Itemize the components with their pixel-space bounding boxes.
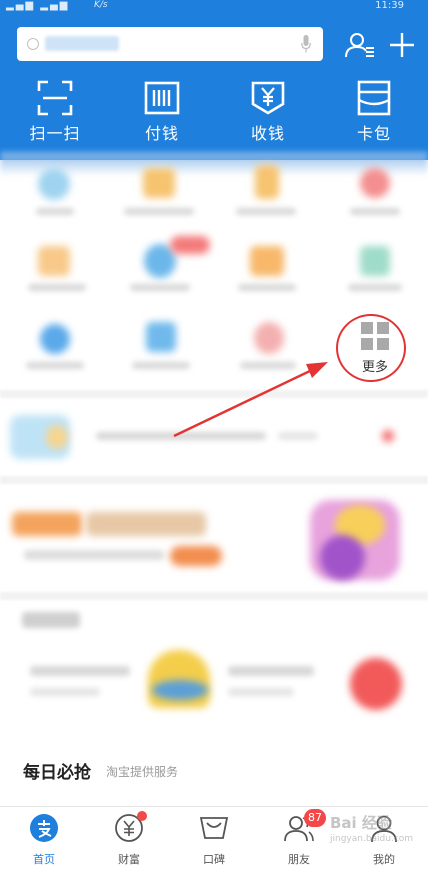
annotation-arrow	[173, 362, 328, 438]
alipay-home-icon	[29, 813, 59, 843]
wealth-yuan-icon	[114, 811, 147, 843]
watermark-logo: Bai 经验	[330, 814, 392, 832]
daily-deals-subtitle: 淘宝提供服务	[106, 765, 179, 779]
notification-dot	[137, 811, 147, 821]
friends-icon: 87	[284, 809, 326, 843]
daily-deals-title: 每日必抢	[23, 763, 91, 783]
tab-label: 朋友	[288, 853, 310, 866]
tab-label: 首页	[33, 853, 55, 866]
tab-home[interactable]: 首页	[9, 813, 79, 867]
tab-label: 我的	[373, 853, 395, 866]
tab-wealth[interactable]: 财富	[94, 811, 164, 867]
tab-label: 财富	[118, 853, 140, 866]
watermark-url: jingyan.baidu.com	[330, 834, 414, 844]
tab-friends[interactable]: 87 朋友	[264, 809, 334, 867]
koubei-smile-icon	[199, 813, 229, 843]
friends-badge: 87	[304, 809, 326, 827]
tab-label: 口碑	[203, 853, 225, 866]
tab-koubei[interactable]: 口碑	[179, 813, 249, 867]
